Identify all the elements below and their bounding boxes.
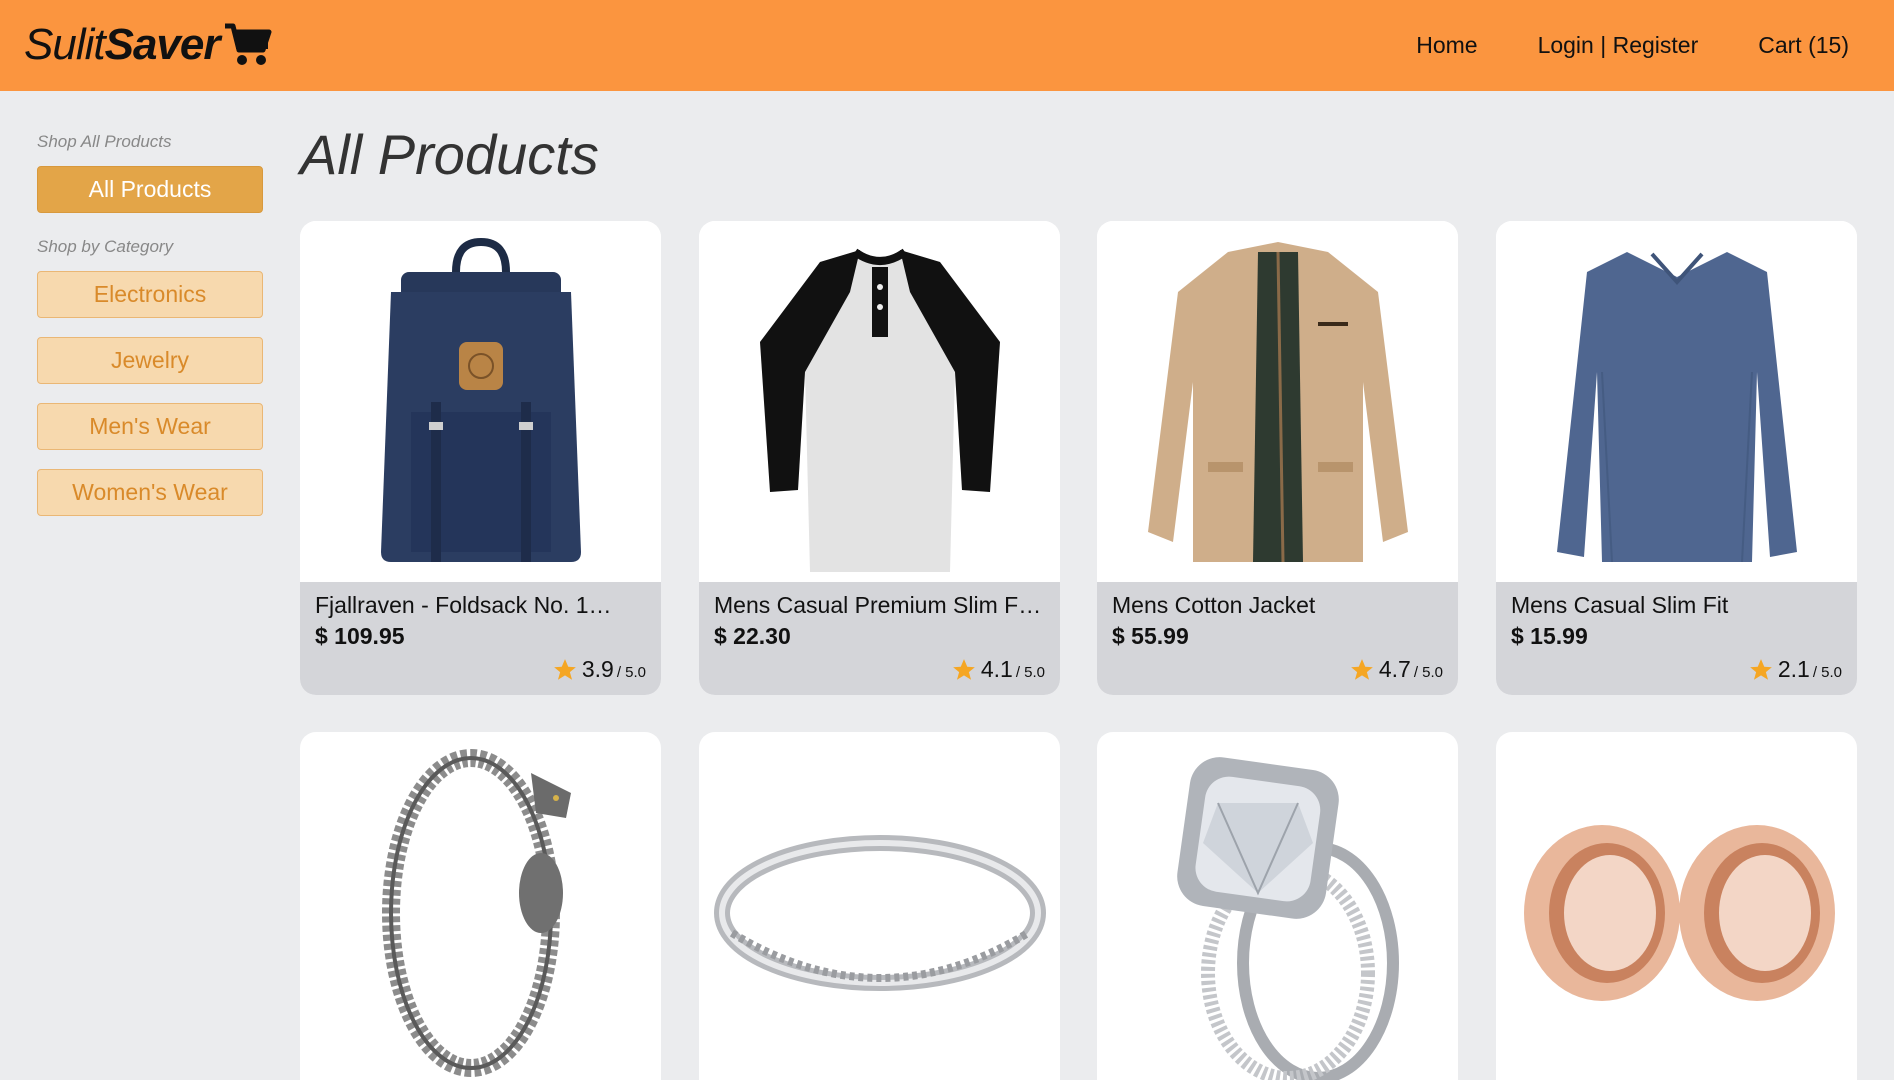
rating-max: / 5.0 (616, 664, 646, 681)
main-nav: Home Login | Register Cart (15) (1416, 0, 1894, 91)
product-rating: 2.1 / 5.0 (1748, 656, 1842, 683)
product-name[interactable]: Mens Cotton Jacket (1112, 592, 1443, 619)
product-price: $ 22.30 (714, 623, 791, 649)
sidebar: Shop All Products All Products Shop by C… (37, 128, 263, 535)
product-rating: 4.1 / 5.0 (951, 656, 1045, 683)
rating-value: 4.7 (1378, 656, 1411, 682)
product-price: $ 15.99 (1511, 623, 1588, 649)
product-card[interactable]: Fjallraven - Foldsack No. 1… $ 109.95 3.… (300, 221, 661, 695)
category-mens-wear-button[interactable]: Men's Wear (37, 403, 263, 450)
product-image-jacket[interactable] (1097, 221, 1458, 582)
product-info: Fjallraven - Foldsack No. 1… $ 109.95 3.… (300, 582, 661, 695)
product-image-backpack[interactable] (300, 221, 661, 582)
product-image-rose-gold-plugs[interactable] (1496, 732, 1857, 1080)
product-image-dragon-bracelet[interactable] (300, 732, 661, 1080)
product-rating: 4.7 / 5.0 (1349, 656, 1443, 683)
shop-all-heading: Shop All Products (37, 132, 172, 151)
product-info: Mens Casual Premium Slim Fit… $ 22.30 4.… (699, 582, 1060, 695)
product-image-raglan-tshirt[interactable] (699, 221, 1060, 582)
rating-max: / 5.0 (1015, 664, 1045, 681)
shopping-cart-icon (225, 23, 272, 65)
product-info: Mens Casual Slim Fit $ 15.99 2.1 / 5.0 (1496, 582, 1857, 695)
star-icon (1749, 658, 1772, 680)
star-icon (952, 658, 975, 680)
product-rating: 3.9 / 5.0 (552, 656, 646, 683)
category-womens-wear-button[interactable]: Women's Wear (37, 469, 263, 516)
nav-login-register-link[interactable]: Login | Register (1538, 32, 1699, 59)
nav-cart-link[interactable]: Cart (15) (1758, 32, 1849, 59)
category-electronics-button[interactable]: Electronics (37, 271, 263, 318)
brand-logo[interactable]: Sulit Saver (24, 20, 273, 70)
brand-name-part2: Saver (104, 20, 221, 69)
product-name[interactable]: Fjallraven - Foldsack No. 1… (315, 592, 646, 619)
shop-by-category-heading: Shop by Category (37, 237, 174, 256)
product-image-long-sleeve-shirt[interactable] (1496, 221, 1857, 582)
star-icon (1350, 658, 1373, 680)
rating-max: / 5.0 (1812, 664, 1842, 681)
sidebar-all-products-button[interactable]: All Products (37, 166, 263, 213)
nav-home-link[interactable]: Home (1416, 32, 1477, 59)
rating-value: 4.1 (980, 656, 1013, 682)
product-card[interactable]: Mens Cotton Jacket $ 55.99 4.7 / 5.0 (1097, 221, 1458, 695)
category-jewelry-button[interactable]: Jewelry (37, 337, 263, 384)
product-card[interactable] (699, 732, 1060, 1080)
product-price: $ 109.95 (315, 623, 405, 649)
star-icon (553, 658, 576, 680)
product-card[interactable]: Mens Casual Slim Fit $ 15.99 2.1 / 5.0 (1496, 221, 1857, 695)
product-card[interactable] (1097, 732, 1458, 1080)
product-card[interactable] (300, 732, 661, 1080)
product-card[interactable] (1496, 732, 1857, 1080)
product-name[interactable]: Mens Casual Slim Fit (1511, 592, 1842, 619)
brand-name-part1: Sulit (24, 20, 106, 69)
top-navbar: Sulit Saver Home Login | Register Cart (1… (0, 0, 1894, 91)
product-price: $ 55.99 (1112, 623, 1189, 649)
product-image-diamond-ring-set[interactable] (1097, 732, 1458, 1080)
rating-value: 2.1 (1777, 656, 1810, 682)
product-card[interactable]: Mens Casual Premium Slim Fit… $ 22.30 4.… (699, 221, 1060, 695)
page-title: All Products (300, 123, 599, 186)
product-image-silver-ring[interactable] (699, 732, 1060, 1080)
product-name[interactable]: Mens Casual Premium Slim Fit… (714, 592, 1045, 619)
rating-max: / 5.0 (1413, 664, 1443, 681)
rating-value: 3.9 (581, 656, 614, 682)
product-info: Mens Cotton Jacket $ 55.99 4.7 / 5.0 (1097, 582, 1458, 695)
